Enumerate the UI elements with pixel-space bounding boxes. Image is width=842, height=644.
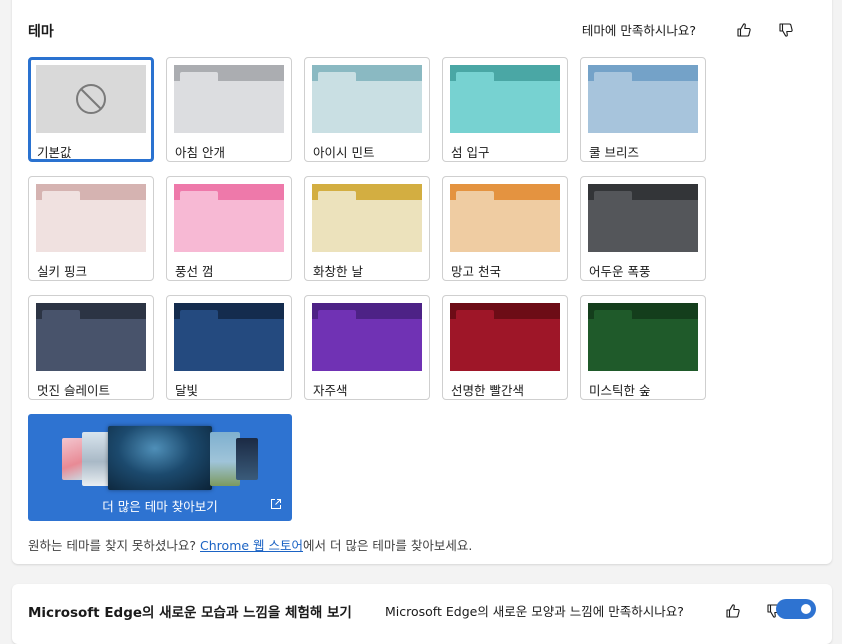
theme-preview-page (450, 319, 560, 371)
theme-preview-page (588, 200, 698, 252)
theme-preview-tab (594, 310, 632, 324)
block-icon (76, 84, 106, 114)
theme-preview (588, 65, 698, 133)
theme-preview-tab (180, 72, 218, 86)
toggle-knob (801, 604, 811, 614)
theme-preview-page (174, 319, 284, 371)
theme-preview (588, 184, 698, 252)
theme-tile-label: 멋진 슬레이트 (37, 383, 110, 398)
theme-tile[interactable]: 섬 입구 (442, 57, 568, 162)
theme-preview-tab (318, 310, 356, 324)
theme-tile[interactable]: 어두운 폭풍 (580, 176, 706, 281)
theme-preview-page (588, 319, 698, 371)
theme-preview-page (450, 200, 560, 252)
theme-tile-label: 아침 안개 (175, 145, 225, 160)
theme-preview (36, 184, 146, 252)
theme-preview-tab (456, 310, 494, 324)
thumbs-down-icon[interactable] (778, 22, 794, 38)
edge-look-card: Microsoft Edge의 새로운 모습과 느낌을 체험해 보기 Micro… (12, 584, 832, 644)
edge-feedback-question: Microsoft Edge의 새로운 모양과 느낌에 만족하시나요? (385, 604, 684, 619)
theme-tile[interactable]: 멋진 슬레이트 (28, 295, 154, 400)
theme-preview-tab (594, 72, 632, 86)
theme-tile[interactable]: 자주색 (304, 295, 430, 400)
theme-tile[interactable]: 풍선 껌 (166, 176, 292, 281)
explore-more-themes-button[interactable]: 더 많은 테마 찾아보기 (28, 414, 292, 521)
theme-preview (174, 303, 284, 371)
themes-card: 테마 테마에 만족하시나요? 기본값 아침 안개 아이시 민트 섬 입구 쿨 브리즈실키… (12, 0, 832, 564)
thumbs-up-icon[interactable] (736, 22, 752, 38)
theme-preview-tab (318, 72, 356, 86)
theme-tile-label: 실키 핑크 (37, 264, 87, 279)
themes-feedback: 테마에 만족하시나요? (582, 20, 794, 39)
footnote-suffix: 에서 더 많은 테마를 찾아보세요. (303, 538, 473, 553)
theme-preview (312, 65, 422, 133)
theme-preview-tab (180, 191, 218, 205)
theme-preview (174, 65, 284, 133)
theme-tile-label: 풍선 껌 (175, 264, 214, 279)
chrome-web-store-link[interactable]: Chrome 웹 스토어 (200, 538, 303, 553)
theme-tile-label: 미스틱한 숲 (589, 383, 651, 398)
theme-tile[interactable]: 선명한 빨간색 (442, 295, 568, 400)
theme-tile[interactable]: 아이시 민트 (304, 57, 430, 162)
theme-tile-label: 화창한 날 (313, 264, 363, 279)
theme-preview (174, 184, 284, 252)
themes-footnote: 원하는 테마를 찾지 못하셨나요? Chrome 웹 스토어에서 더 많은 테마… (28, 535, 472, 554)
theme-tile-label: 아이시 민트 (313, 145, 375, 160)
external-link-icon (271, 499, 281, 509)
themes-feedback-question: 테마에 만족하시나요? (581, 23, 696, 38)
theme-tile-label: 달빛 (175, 383, 199, 398)
thumb-night-sky (236, 438, 258, 480)
theme-tile-label: 어두운 폭풍 (589, 264, 651, 279)
theme-preview-tab (456, 72, 494, 86)
theme-tile[interactable]: 쿨 브리즈 (580, 57, 706, 162)
theme-preview (312, 184, 422, 252)
theme-preview-tab (594, 191, 632, 205)
theme-preview-tab (42, 191, 80, 205)
theme-preview (312, 303, 422, 371)
theme-preview (36, 303, 146, 371)
theme-preview-tab (42, 310, 80, 324)
theme-tile[interactable]: 망고 천국 (442, 176, 568, 281)
theme-tile-label: 자주색 (313, 383, 348, 398)
thumbs-up-icon[interactable] (725, 603, 741, 619)
theme-preview-page (174, 200, 284, 252)
theme-preview (450, 184, 560, 252)
theme-tile-label: 섬 입구 (451, 145, 490, 160)
theme-preview-page (36, 319, 146, 371)
theme-preview (36, 65, 146, 133)
theme-preview-tab (318, 191, 356, 205)
edge-look-title: Microsoft Edge의 새로운 모습과 느낌을 체험해 보기 (28, 605, 352, 621)
edge-look-toggle[interactable] (776, 599, 816, 619)
theme-preview-tab (180, 310, 218, 324)
footnote-prefix: 원하는 테마를 찾지 못하셨나요? (28, 538, 201, 553)
theme-preview-page (174, 81, 284, 133)
theme-tile-label: 망고 천국 (451, 264, 501, 279)
theme-tile-label: 쿨 브리즈 (589, 145, 639, 160)
explore-more-label: 더 많은 테마 찾아보기 (102, 499, 218, 514)
edge-feedback: Microsoft Edge의 새로운 모양과 느낌에 만족하시나요? (385, 601, 782, 620)
theme-tile-label: 선명한 빨간색 (451, 383, 524, 398)
theme-preview-page (588, 81, 698, 133)
theme-tile[interactable]: 실키 핑크 (28, 176, 154, 281)
theme-tile[interactable]: 미스틱한 숲 (580, 295, 706, 400)
theme-tile-label: 기본값 (37, 145, 72, 160)
themes-title: 테마 (28, 24, 54, 40)
theme-preview-page (312, 200, 422, 252)
theme-tile[interactable]: 달빛 (166, 295, 292, 400)
theme-preview (450, 65, 560, 133)
theme-tile[interactable]: 기본값 (28, 57, 154, 162)
theme-preview-page (450, 81, 560, 133)
theme-preview (588, 303, 698, 371)
theme-tile[interactable]: 화창한 날 (304, 176, 430, 281)
theme-preview-page (312, 319, 422, 371)
theme-preview-tab (456, 191, 494, 205)
theme-tile[interactable]: 아침 안개 (166, 57, 292, 162)
theme-preview-page (36, 200, 146, 252)
theme-preview (450, 303, 560, 371)
theme-preview-page (312, 81, 422, 133)
thumb-underwater-ship (108, 426, 212, 490)
